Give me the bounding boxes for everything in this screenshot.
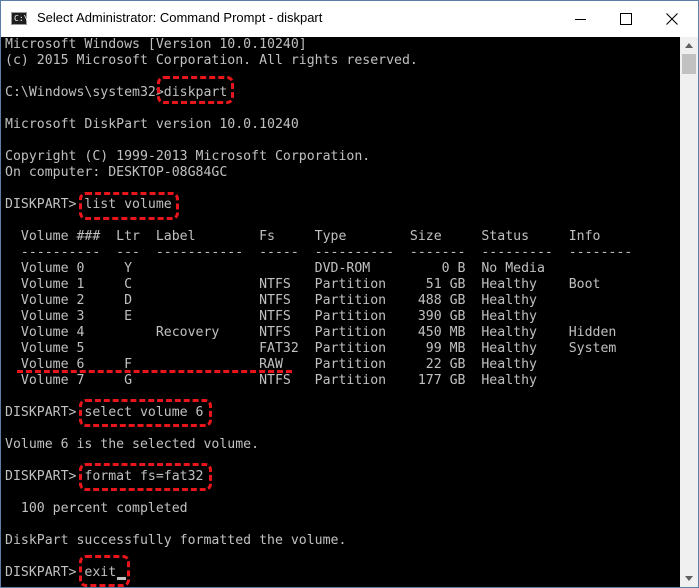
scrollbar-thumb[interactable]	[682, 54, 696, 74]
title-bar[interactable]: C:\ Select Administrator: Command Prompt…	[1, 1, 698, 37]
highlight-list-volume-command	[79, 192, 179, 220]
maximize-icon	[620, 13, 632, 25]
console-line: On computer: DESKTOP-08G84GC	[5, 165, 228, 180]
console-line: Volume 4 Recovery NTFS Partition 450 MB …	[5, 325, 617, 340]
vertical-scrollbar[interactable]	[680, 37, 698, 587]
scroll-down-button[interactable]	[680, 570, 698, 587]
console-line: Volume 7 G NTFS Partition 177 GB Healthy	[5, 373, 537, 388]
console-line: Microsoft Windows [Version 10.0.10240]	[5, 37, 307, 52]
text-cursor	[117, 577, 126, 580]
console-line: Volume 5 FAT32 Partition 99 MB Healthy S…	[5, 341, 617, 356]
minimize-icon	[575, 19, 586, 20]
chevron-down-icon	[685, 576, 693, 581]
console-line: Volume 0 Y DVD-ROM 0 B No Media	[5, 261, 545, 276]
command-prompt-icon-label: C:\	[14, 14, 29, 23]
console-line: Volume 2 D NTFS Partition 488 GB Healthy	[5, 293, 537, 308]
console-line: Microsoft DiskPart version 10.0.10240	[5, 117, 299, 132]
minimize-button[interactable]	[557, 1, 603, 37]
close-button[interactable]	[649, 1, 695, 37]
console-line: Volume 6 is the selected volume.	[5, 437, 260, 452]
console-line: Volume 1 C NTFS Partition 51 GB Healthy …	[5, 277, 601, 292]
console-line: Volume ### Ltr Label Fs Type Size Status…	[5, 229, 601, 244]
window-title: Select Administrator: Command Prompt - d…	[37, 10, 323, 25]
chevron-up-icon	[685, 43, 693, 48]
scroll-up-button[interactable]	[680, 37, 698, 54]
highlight-exit-command	[79, 555, 130, 587]
console-line: Volume 3 E NTFS Partition 390 GB Healthy	[5, 309, 537, 324]
underline-volume-6	[17, 370, 292, 373]
console-line: DiskPart successfully formatted the volu…	[5, 533, 347, 548]
highlight-format-command	[79, 463, 212, 491]
highlight-diskpart-command	[157, 76, 234, 104]
command-prompt-icon[interactable]: C:\	[11, 12, 29, 25]
close-icon	[666, 13, 678, 25]
highlight-select-volume-command	[79, 399, 212, 427]
console-line: 100 percent completed	[5, 501, 188, 516]
maximize-button[interactable]	[603, 1, 649, 37]
console-line: ---------- --- ----------- ----- -------…	[5, 245, 633, 260]
command-prompt-window: C:\ Select Administrator: Command Prompt…	[0, 0, 699, 588]
console-line: (c) 2015 Microsoft Corporation. All righ…	[5, 53, 418, 68]
console-output[interactable]: Microsoft Windows [Version 10.0.10240] (…	[1, 37, 679, 587]
console-line: Copyright (C) 1999-2013 Microsoft Corpor…	[5, 149, 371, 164]
